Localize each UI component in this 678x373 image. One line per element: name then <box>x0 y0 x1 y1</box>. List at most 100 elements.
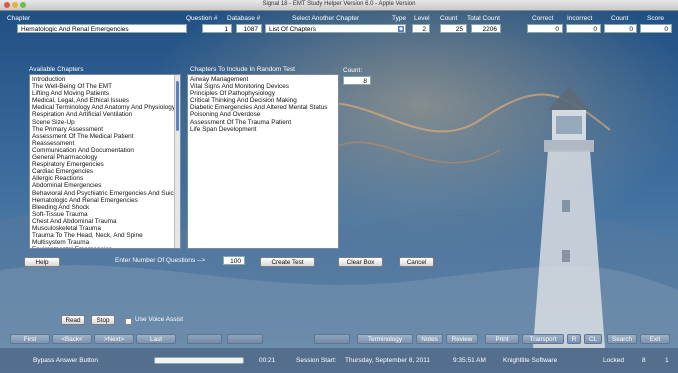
incorrect-label: Incorrect <box>567 15 593 22</box>
question-number-field[interactable]: 1 <box>202 24 232 33</box>
random-chapter-item[interactable]: Poisoning And Overdose <box>190 111 336 118</box>
random-count-field: 8 <box>343 76 371 85</box>
level-field[interactable]: 2 <box>412 24 430 33</box>
available-chapter-item[interactable]: Chest And Abdominal Trauma <box>32 218 178 225</box>
total-count-field[interactable]: 2206 <box>471 24 501 33</box>
available-chapter-item[interactable]: Bleeding And Shock <box>32 204 178 211</box>
first-button[interactable]: First <box>10 334 50 344</box>
database-label: Database # <box>227 15 261 22</box>
available-chapter-item[interactable]: Behavioral And Psychiatric Emergencies A… <box>32 190 180 197</box>
random-chapter-item[interactable]: Life Span Development <box>190 126 336 133</box>
correct-field: 0 <box>527 24 563 33</box>
chapter-label: Chapter <box>7 15 31 22</box>
available-chapter-item[interactable]: Respiratory Emergencies <box>32 161 178 168</box>
cancel-button[interactable]: Cancel <box>399 257 434 267</box>
select-chapter-label: Select Another Chapter <box>292 15 360 22</box>
random-chapter-item[interactable]: Diabetic Emergencies And Altered Mental … <box>190 104 336 111</box>
review-button[interactable]: Review <box>446 334 478 344</box>
voice-assist-label: Use Voice Assist <box>135 316 184 323</box>
available-chapter-item[interactable]: The Primary Assessment <box>32 126 178 133</box>
session-start-label: Session Start: <box>296 357 337 364</box>
back-button[interactable]: <Back< <box>52 334 92 344</box>
blank-button-2[interactable] <box>227 334 263 344</box>
last-button[interactable]: Last <box>136 334 176 344</box>
select-chapter-value: List Of Chapters <box>269 26 316 33</box>
timer-display: 00:21 <box>259 357 276 364</box>
status-bar <box>0 348 678 373</box>
count2-field: 0 <box>604 24 637 33</box>
available-chapter-item[interactable]: Musculoskeletal Trauma <box>32 225 178 232</box>
clear-box-button[interactable]: Clear Box <box>338 257 383 267</box>
available-chapter-item[interactable]: Environmental Emergencies <box>32 246 178 248</box>
random-chapter-item[interactable]: Airway Management <box>190 76 336 83</box>
available-chapter-item[interactable]: Communication And Documentation <box>32 147 178 154</box>
available-chapter-item[interactable]: Assessment Of The Medical Patient <box>32 133 178 140</box>
scroll-thumb[interactable] <box>176 81 179 131</box>
available-chapters-list[interactable]: Introduction The Well-Being Of The EMT Lif… <box>29 74 181 249</box>
correct-label: Correct <box>532 15 554 22</box>
available-chapter-item[interactable]: Multisystem Trauma <box>32 239 178 246</box>
count-label: Count <box>440 15 458 22</box>
chapter-field[interactable]: Hematologic And Renal Emergencies <box>17 24 187 33</box>
available-chapter-item[interactable]: Soft-Tissue Trauma <box>32 211 178 218</box>
transport-button[interactable]: Transport <box>522 334 564 344</box>
random-chapter-item[interactable]: Principles Of Pathophysiology <box>190 90 336 97</box>
enter-questions-prompt: Enter Number Of Questions --> <box>115 257 206 264</box>
available-chapter-item[interactable]: Abdominal Emergencies <box>32 182 178 189</box>
window-title: Signal 18 - EMT Study Helper Version 6.0… <box>262 1 416 7</box>
available-chapter-item[interactable]: Trauma To The Head, Neck, And Spine <box>32 232 178 239</box>
read-button[interactable]: Read <box>61 315 85 325</box>
cl-button[interactable]: CL <box>584 334 602 344</box>
available-chapter-item[interactable]: Respiration And Artificial Ventilation <box>32 111 178 118</box>
available-chapter-item[interactable]: Scene Size-Up <box>32 119 178 126</box>
dropdown-arrow-icon[interactable]: ◆ <box>398 26 404 32</box>
bypass-answer-button[interactable]: Bypass Answer Button <box>33 357 98 364</box>
available-chapter-item[interactable]: The Well-Being Of The EMT <box>32 83 178 90</box>
company-name: Knightlite Software <box>503 357 558 364</box>
select-chapter-dropdown[interactable]: List Of Chapters ◆ <box>265 24 406 33</box>
blank-button-3[interactable] <box>314 334 350 344</box>
terminology-button[interactable]: Terminology <box>357 334 413 344</box>
voice-assist-checkbox[interactable] <box>125 318 132 325</box>
available-chapter-item[interactable]: Medical Terminology And Anatomy And Phys… <box>32 104 178 111</box>
notes-button[interactable]: Notes <box>416 334 443 344</box>
type-label: Type <box>392 15 407 22</box>
session-date: Thursday, September 8, 2011 <box>345 357 431 364</box>
num-questions-field[interactable]: 100 <box>223 256 245 265</box>
random-chapters-list[interactable]: Airway Management Vital Signs And Monitor… <box>187 74 339 249</box>
print-button[interactable]: Print <box>485 334 519 344</box>
create-test-button[interactable]: Create Test <box>260 257 315 267</box>
random-chapter-item[interactable]: Assessment Of The Trauma Patient <box>190 119 336 126</box>
available-chapter-item[interactable]: Reassessment <box>32 140 178 147</box>
locked-label: Locked <box>603 357 624 364</box>
locked-count: 8 <box>642 357 646 364</box>
incorrect-field: 0 <box>566 24 601 33</box>
window-titlebar: Signal 18 - EMT Study Helper Version 6.0… <box>0 0 678 11</box>
available-chapter-item[interactable]: Cardiac Emergencies <box>32 168 178 175</box>
question-label: Question # <box>186 15 218 22</box>
random-chapters-label: Chapters To Include In Random Test <box>190 66 295 73</box>
available-chapter-item[interactable]: Allergic Reactions <box>32 175 178 182</box>
random-chapter-item[interactable]: Vital Signs And Monitoring Devices <box>190 83 336 90</box>
available-chapter-item[interactable]: Introduction <box>32 76 178 83</box>
search-button[interactable]: Search <box>607 334 637 344</box>
exit-button[interactable]: Exit <box>640 334 670 344</box>
blank-button-1[interactable] <box>187 334 222 344</box>
count-field[interactable]: 25 <box>440 24 467 33</box>
session-time: 9:35:51 AM <box>453 357 486 364</box>
page-number: 1 <box>665 357 669 364</box>
next-button[interactable]: >Next> <box>94 334 134 344</box>
available-chapter-item[interactable]: Lifting And Moving Patients <box>32 90 178 97</box>
r-button[interactable]: R <box>567 334 581 344</box>
available-scrollbar[interactable] <box>174 75 180 248</box>
help-button[interactable]: Help <box>24 257 60 267</box>
level-label: Level <box>414 15 430 22</box>
random-chapter-item[interactable]: Critical Thinking And Decision Making <box>190 97 336 104</box>
score-field: 0 <box>640 24 672 33</box>
available-chapter-item[interactable]: General Pharmacology <box>32 154 178 161</box>
stop-button[interactable]: Stop <box>91 315 115 325</box>
total-count-label: Total Count <box>467 15 500 22</box>
available-chapter-item[interactable]: Hematologic And Renal Emergencies <box>32 197 178 204</box>
available-chapter-item[interactable]: Medical, Legal, And Ethical Issues <box>32 97 178 104</box>
database-number-field[interactable]: 1087 <box>236 24 262 33</box>
